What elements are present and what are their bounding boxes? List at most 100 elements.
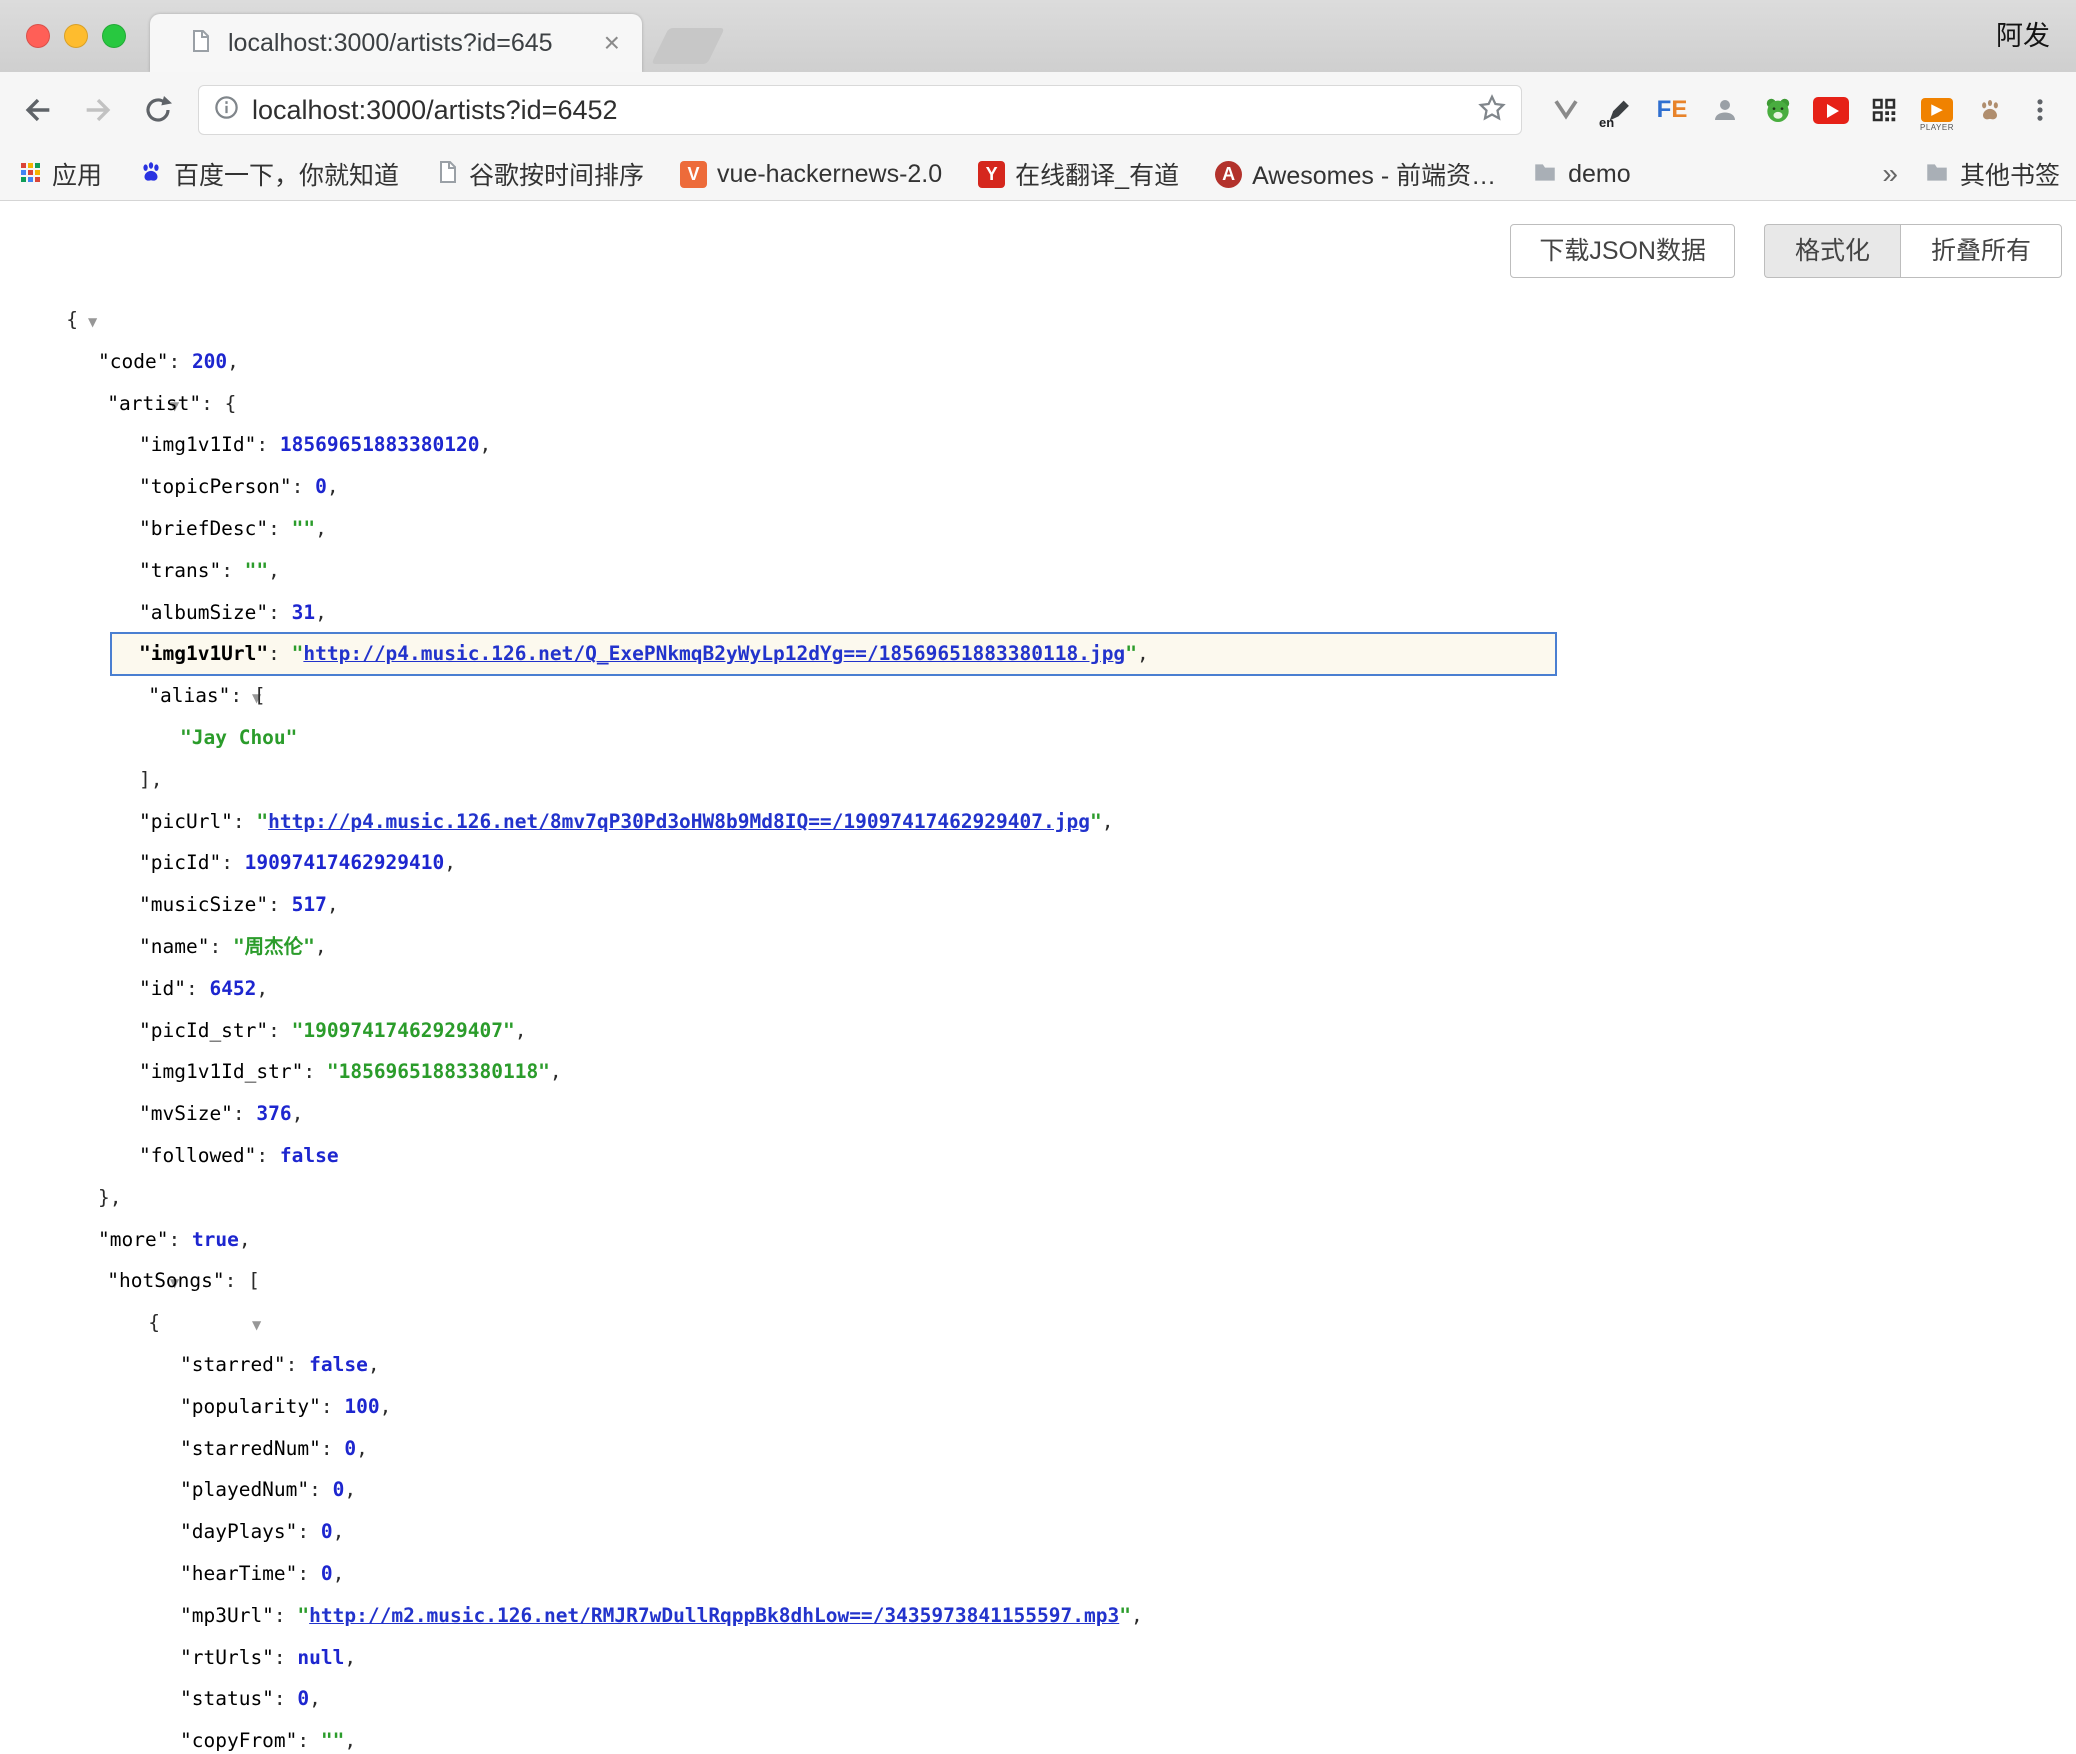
browser-menu-icon[interactable] [2022, 92, 2058, 128]
json-url-link[interactable]: http://p4.music.126.net/8mv7qP30Pd3oHW8b… [268, 810, 1090, 833]
translate-extension-icon[interactable]: en [1601, 90, 1637, 130]
json-line: "picId": 19097417462929410, [0, 842, 2076, 884]
browser-tab[interactable]: localhost:3000/artists?id=645 × [150, 14, 642, 72]
tunnelbear-extension-icon[interactable] [1760, 90, 1796, 130]
url-text[interactable]: localhost:3000/artists?id=6452 [252, 95, 1477, 126]
tab-close-icon[interactable]: × [604, 27, 620, 59]
json-token: " [297, 1604, 309, 1627]
json-line: "picId_str": "19097417462929407", [0, 1010, 2076, 1052]
bookmark-apps[interactable]: 应用 [18, 156, 102, 192]
json-token: " [1119, 1604, 1131, 1627]
profile-name[interactable]: 阿发 [1996, 0, 2050, 72]
json-token: : [297, 1520, 320, 1543]
json-token: "img1v1Url" [139, 642, 268, 665]
json-token: "hotSongs" [107, 1269, 224, 1292]
json-token: : [292, 475, 315, 498]
json-line: "followed": false [0, 1135, 2076, 1177]
json-token: "trans" [139, 559, 221, 582]
json-token: : [233, 810, 256, 833]
json-token: false [280, 1144, 339, 1167]
json-token: "code" [98, 350, 168, 373]
json-line: "id": 6452, [0, 968, 2076, 1010]
forward-button[interactable] [80, 92, 116, 128]
json-token: "19097417462929407" [292, 1019, 515, 1042]
json-url-link[interactable]: http://m2.music.126.net/RMJR7wDullRqppBk… [309, 1604, 1119, 1627]
bookmark-google-sort[interactable]: 谷歌按时间排序 [435, 156, 644, 192]
bookmark-vue-hackernews[interactable]: V vue-hackernews-2.0 [680, 160, 942, 189]
bookmarks-right-group: » 其他书签 [1882, 148, 2060, 200]
json-line: "starredNum": 0, [0, 1428, 2076, 1470]
bookmark-youdao-translate[interactable]: Y 在线翻译_有道 [978, 156, 1179, 192]
json-token: "copyFrom" [180, 1729, 297, 1752]
json-line: "albumSize": 31, [0, 592, 2076, 634]
json-token: , [344, 1478, 356, 1501]
player-extension-icon[interactable]: ▶ PLAYER [1919, 90, 1955, 130]
json-token: 0 [315, 475, 327, 498]
minimize-window-button[interactable] [64, 24, 88, 48]
json-token: 517 [292, 893, 327, 916]
back-button[interactable] [20, 92, 56, 128]
json-token: : [221, 851, 244, 874]
json-token: : [268, 893, 291, 916]
tab-title: localhost:3000/artists?id=645 [228, 29, 594, 58]
json-line: "picUrl": "http://p4.music.126.net/8mv7q… [0, 801, 2076, 843]
qrcode-extension-icon[interactable] [1866, 90, 1902, 130]
bookmarks-overflow-icon[interactable]: » [1882, 158, 1898, 190]
contacts-extension-icon[interactable] [1707, 90, 1743, 130]
page-info-icon[interactable] [213, 94, 240, 126]
json-token: 18569651883380120 [280, 433, 480, 456]
json-token: "周杰伦" [233, 935, 315, 958]
json-line: "trans": "", [0, 550, 2076, 592]
json-token: : [256, 433, 279, 456]
json-token: "img1v1Id" [139, 433, 256, 456]
paw-extension-icon[interactable] [1972, 90, 2008, 130]
json-token: : [268, 1019, 291, 1042]
zoom-window-button[interactable] [102, 24, 126, 48]
json-token: "" [245, 559, 268, 582]
json-line: "Jay Chou" [0, 717, 2076, 759]
json-token: "" [321, 1729, 344, 1752]
json-token: , [333, 1562, 345, 1585]
json-token: : [321, 1395, 344, 1418]
json-token: { [66, 308, 78, 331]
json-token: : [256, 1144, 279, 1167]
json-token: }, [98, 1186, 121, 1209]
apps-grid-icon [18, 160, 42, 189]
json-token: : [321, 1437, 344, 1460]
folder-icon [1924, 159, 1950, 190]
json-line: ▼{ [0, 299, 2076, 341]
youtube-extension-icon[interactable] [1813, 90, 1849, 130]
bookmark-demo-folder[interactable]: demo [1532, 159, 1631, 190]
json-token: "briefDesc" [139, 517, 268, 540]
json-token: 0 [321, 1520, 333, 1543]
json-token: "18569651883380118" [327, 1060, 550, 1083]
json-token: : [186, 977, 209, 1000]
bookmark-awesomes[interactable]: A Awesomes - 前端资… [1215, 156, 1496, 192]
new-tab-button[interactable] [651, 28, 725, 64]
json-token: false [309, 1353, 368, 1376]
collapse-toggle-icon[interactable]: ▼ [88, 315, 97, 329]
json-token: , [1102, 810, 1114, 833]
url-bar[interactable]: localhost:3000/artists?id=6452 [198, 85, 1522, 135]
json-line: "hearTime": 0, [0, 1553, 2076, 1595]
json-token: : [297, 1729, 320, 1752]
extensions-row: en FE ▶ PLAYER [1548, 90, 2008, 130]
extension-v-icon[interactable] [1548, 90, 1584, 130]
collapse-toggle-icon[interactable]: ▼ [252, 1318, 261, 1332]
json-token: : [268, 517, 291, 540]
json-token: "picId" [139, 851, 221, 874]
bookmark-baidu[interactable]: 百度一下，你就知道 [138, 156, 399, 192]
json-token: "hearTime" [180, 1562, 297, 1585]
json-url-link[interactable]: http://p4.music.126.net/Q_ExePNkmqB2yWyL… [303, 642, 1125, 665]
json-token: "Jay Chou" [180, 726, 297, 749]
reload-button[interactable] [140, 92, 176, 128]
json-line: "starred": false, [0, 1344, 2076, 1386]
json-token: { [148, 1311, 160, 1334]
close-window-button[interactable] [26, 24, 50, 48]
json-token: 376 [256, 1102, 291, 1125]
json-token: "albumSize" [139, 601, 268, 624]
fe-extension-icon[interactable]: FE [1654, 90, 1690, 130]
other-bookmarks-folder[interactable]: 其他书签 [1924, 156, 2060, 192]
bookmark-star-icon[interactable] [1477, 93, 1507, 128]
json-line: "topicPerson": 0, [0, 466, 2076, 508]
